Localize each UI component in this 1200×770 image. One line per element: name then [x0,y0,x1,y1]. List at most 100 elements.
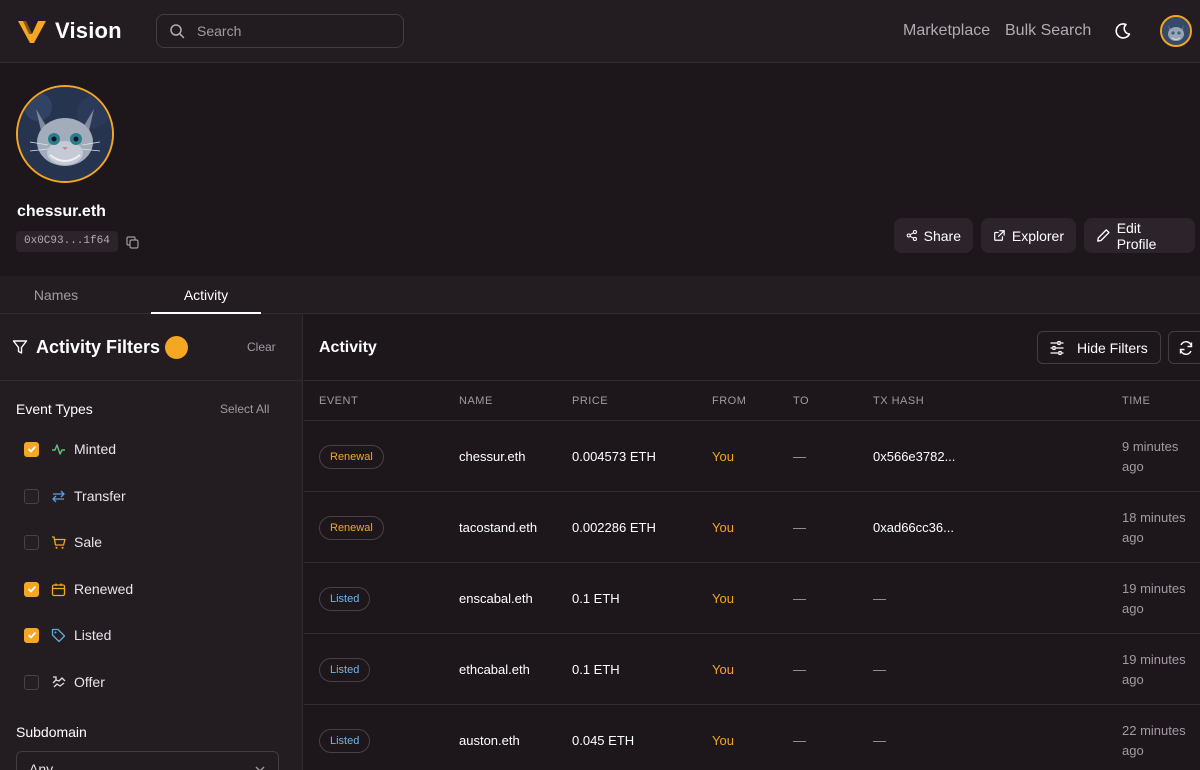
checkbox[interactable] [24,581,39,597]
column-tx-hash[interactable]: TX HASH [873,395,924,407]
column-time[interactable]: TIME [1122,395,1150,407]
checkbox[interactable] [24,674,39,690]
cart-icon [52,535,66,549]
select-all-button[interactable]: Select All [220,402,269,416]
event-filter-sale[interactable]: Sale [24,532,102,552]
row-time: 22 minutes ago [1122,723,1186,758]
refresh-icon [1179,340,1193,355]
vision-logo-icon [18,21,46,43]
event-filter-transfer[interactable]: Transfer [24,486,126,506]
edit-profile-button[interactable]: Edit Profile [1084,218,1195,253]
row-from[interactable]: You [712,733,734,748]
row-name[interactable]: auston.eth [459,733,520,748]
event-badge: Listed [319,729,371,753]
nav-bulk-search[interactable]: Bulk Search [1005,22,1091,40]
search-box[interactable] [156,14,404,48]
calendar-icon [51,583,66,596]
event-label: Renewed [74,581,134,597]
row-name[interactable]: enscabal.eth [459,591,533,606]
column-to[interactable]: TO [793,395,809,407]
column-event[interactable]: EVENT [319,395,358,407]
activity-title: Activity [319,339,377,356]
event-filter-listed[interactable]: Listed [24,625,111,645]
row-to: — [793,591,806,606]
row-name[interactable]: chessur.eth [459,449,526,464]
row-from[interactable]: You [712,662,734,677]
explorer-button[interactable]: Explorer [981,218,1076,253]
row-price: 0.1 ETH [572,662,620,677]
user-avatar[interactable] [1160,15,1192,47]
cat-avatar-icon [18,87,112,181]
app-logo[interactable]: Vision [17,17,122,45]
row-tx-hash[interactable]: 0x566e3782... [873,449,955,464]
offer-icon [52,675,66,687]
moon-icon[interactable] [1114,22,1132,40]
wallet-address: 0x0C93...1f64 [16,231,118,252]
app-name: Vision [55,18,122,43]
subdomain-title: Subdomain [16,724,87,740]
event-filter-offer[interactable]: Offer [24,672,105,692]
event-label: Listed [74,627,112,643]
refresh-button[interactable] [1168,331,1200,364]
profile-name: chessur.eth [17,203,106,220]
row-to: — [793,733,806,748]
filters-header: Activity Filters Clear [0,314,302,381]
table-row[interactable]: Listed enscabal.eth 0.1 ETH You — — 19 m… [304,563,1200,634]
transfer-icon [52,490,65,502]
search-input[interactable] [197,23,387,39]
checkbox[interactable] [24,488,39,504]
row-price: 0.004573 ETH [572,449,656,464]
row-tx-hash: — [873,591,886,606]
pencil-icon [1097,229,1110,242]
column-from[interactable]: FROM [712,395,746,407]
share-button[interactable]: Share [894,218,973,253]
clear-filters-button[interactable]: Clear [247,340,276,354]
search-icon [170,24,185,39]
column-price[interactable]: PRICE [572,395,608,407]
copy-icon[interactable] [126,236,139,249]
table-row[interactable]: Renewal chessur.eth 0.004573 ETH You — 0… [304,421,1200,492]
checkbox[interactable] [24,534,39,550]
tab-activity[interactable]: Activity [151,276,261,314]
hide-filters-button[interactable]: Hide Filters [1037,331,1161,364]
cat-avatar-icon [1162,17,1190,45]
table-row[interactable]: Renewal tacostand.eth 0.002286 ETH You —… [304,492,1200,563]
chevron-down-icon [255,766,265,770]
hide-filters-label: Hide Filters [1077,339,1148,356]
row-name[interactable]: tacostand.eth [459,520,537,535]
event-filter-renewed[interactable]: Renewed [24,579,133,599]
checkbox[interactable] [24,627,39,643]
row-tx-hash[interactable]: 0xad66cc36... [873,520,954,535]
row-to: — [793,449,806,464]
event-types-title: Event Types [16,401,93,417]
row-price: 0.045 ETH [572,733,635,748]
table-row[interactable]: Listed ethcabal.eth 0.1 ETH You — — 19 m… [304,634,1200,705]
row-from[interactable]: You [712,449,734,464]
row-time: 9 minutes ago [1122,439,1179,474]
external-link-icon [994,230,1005,241]
row-tx-hash: — [873,662,886,677]
table-row[interactable]: Listed auston.eth 0.045 ETH You — — 22 m… [304,705,1200,770]
edit-profile-label: Edit Profile [1116,219,1157,252]
profile-header: chessur.eth 0x0C93...1f64 Share Explorer… [0,63,1200,276]
tab-names[interactable]: Names [0,276,112,314]
row-to: — [793,662,806,677]
row-tx-hash: — [873,733,886,748]
profile-avatar [16,85,114,183]
activity-icon [52,443,65,455]
explorer-label: Explorer [1011,227,1064,244]
event-label: Minted [74,441,117,457]
row-from[interactable]: You [712,520,734,535]
filters-title: Activity Filters [36,337,161,357]
checkbox[interactable] [24,441,39,457]
row-from[interactable]: You [712,591,734,606]
event-filter-minted[interactable]: Minted [24,439,116,459]
subdomain-select[interactable]: Any [16,751,279,770]
tag-icon [51,628,66,642]
event-badge: Listed [319,587,371,611]
nav-marketplace[interactable]: Marketplace [903,22,990,40]
event-label: Sale [74,534,103,550]
check-icon [27,631,36,639]
row-name[interactable]: ethcabal.eth [459,662,530,677]
column-name[interactable]: NAME [459,395,493,407]
